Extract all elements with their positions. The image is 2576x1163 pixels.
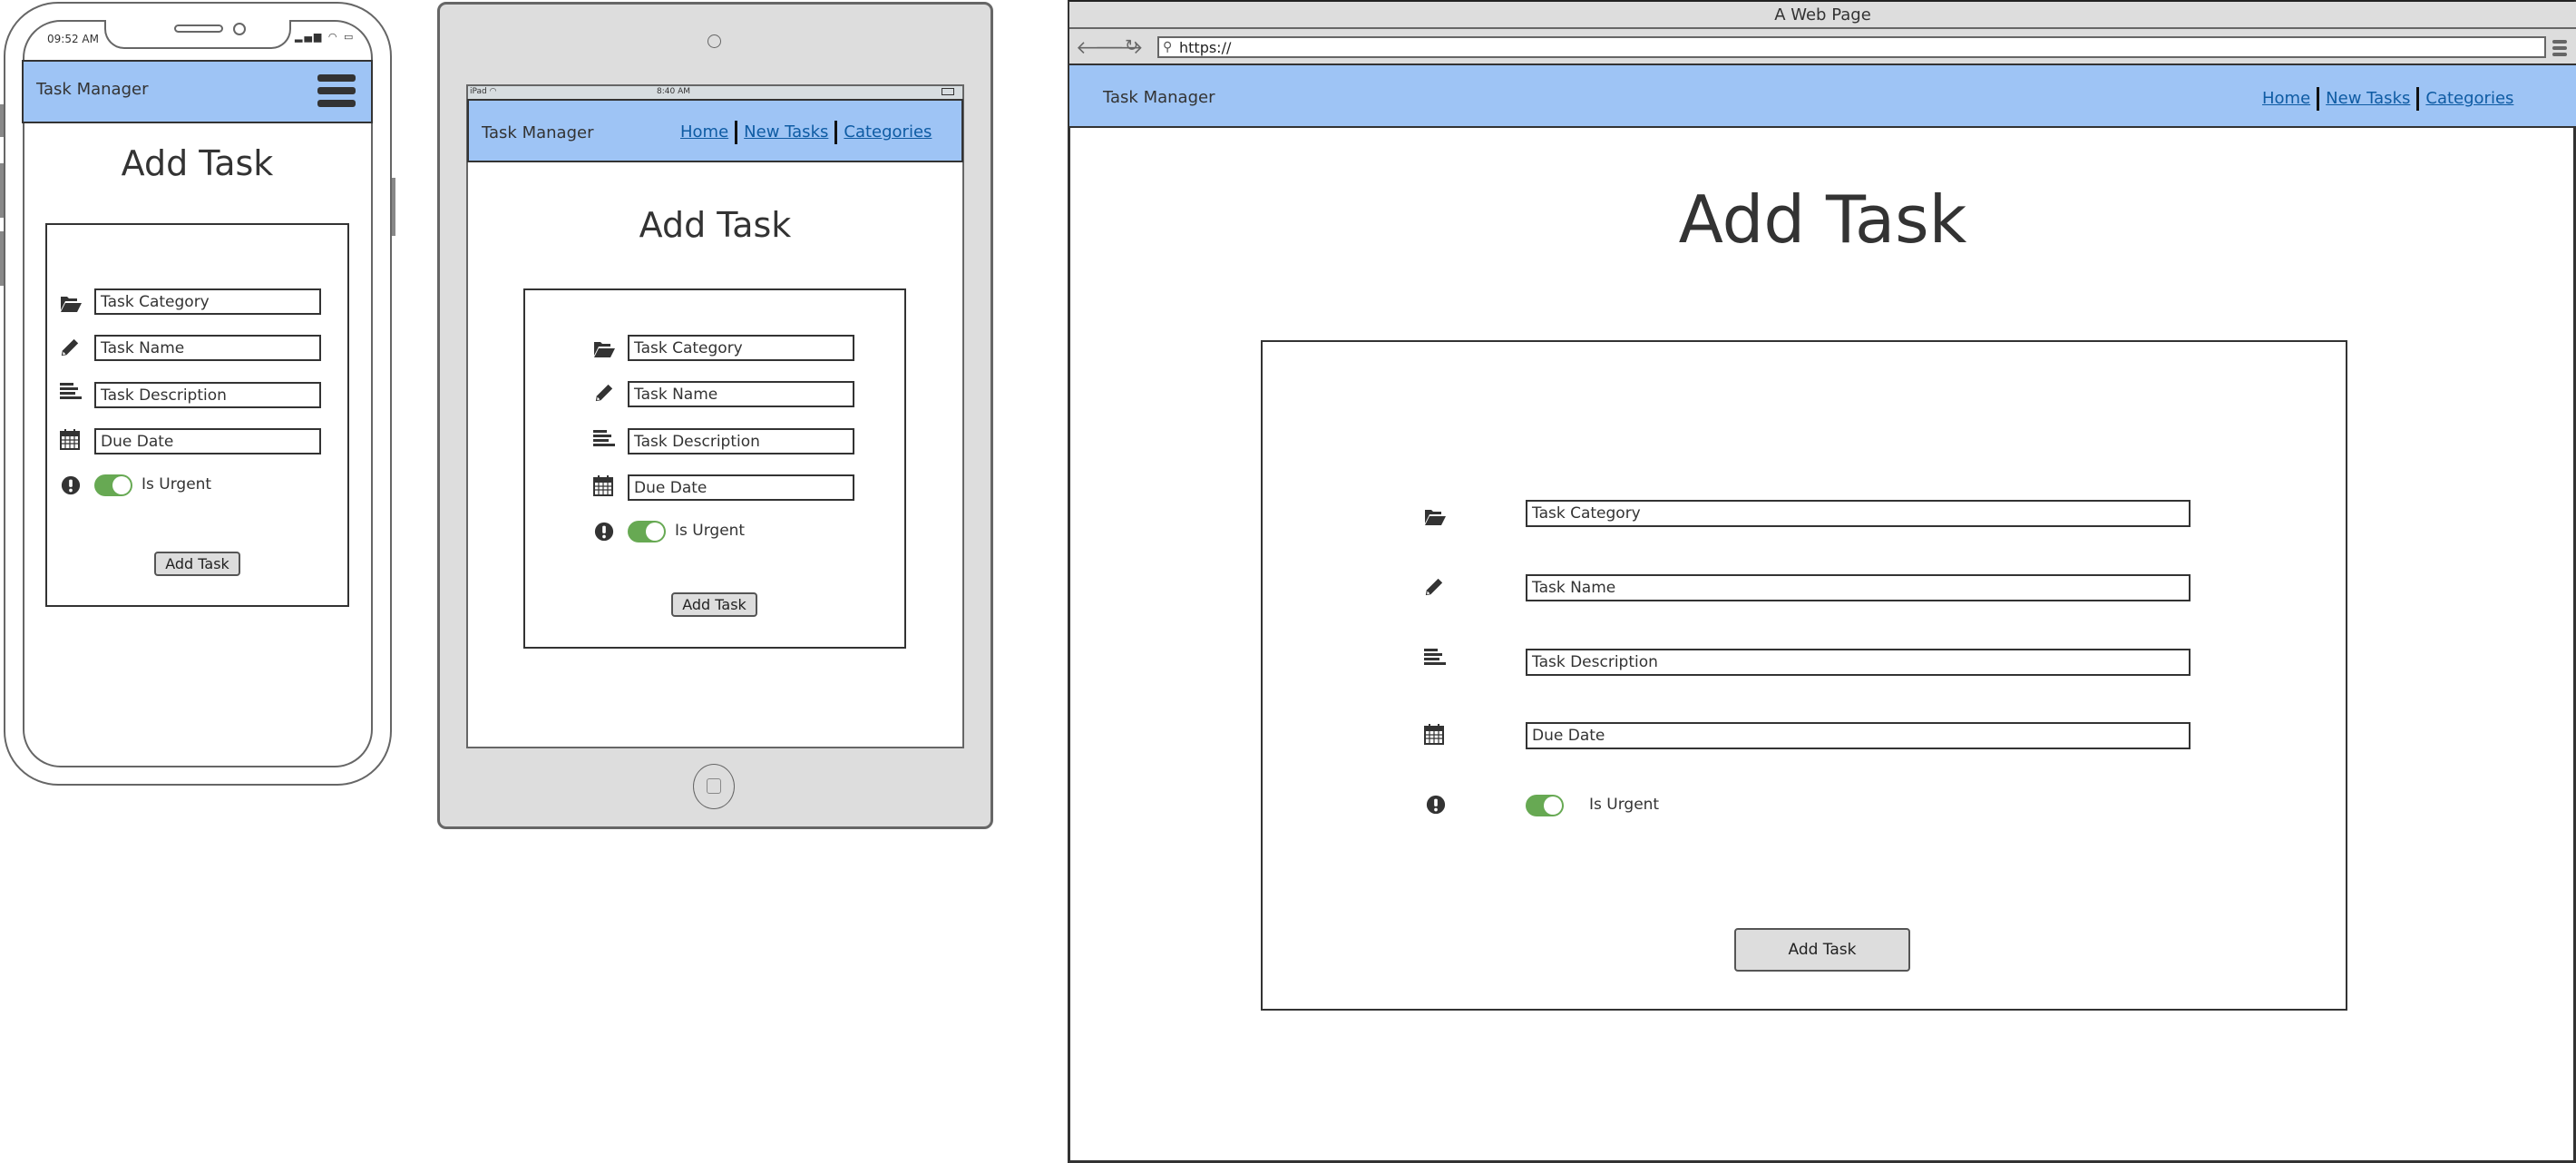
task-description-input[interactable]: Task Description	[1526, 649, 2191, 676]
tablet-page-title: Add Task	[639, 205, 792, 245]
task-description-input[interactable]: Task Description	[628, 428, 854, 454]
add-task-button[interactable]: Add Task	[154, 552, 240, 576]
task-name-input[interactable]: Task Name	[628, 381, 854, 407]
task-name-input[interactable]: Task Name	[1526, 574, 2191, 601]
task-category-input[interactable]: Task Category	[628, 335, 854, 361]
url-text[interactable]: https://	[1179, 39, 1231, 56]
nav-separator	[834, 121, 838, 144]
search-icon: ⚲	[1163, 40, 1173, 54]
tablet-camera	[707, 34, 721, 48]
browser-window-title: A Web Page	[1774, 5, 1871, 24]
task-name-input[interactable]: Task Name	[94, 335, 321, 361]
wifi-icon: ◠	[327, 31, 339, 43]
nav-separator	[735, 121, 738, 144]
task-category-input[interactable]: Task Category	[94, 288, 321, 315]
tablet-status-time: 8:40 AM	[657, 87, 690, 96]
nav-link-new-tasks[interactable]: New Tasks	[2326, 89, 2410, 108]
align-left-icon	[60, 383, 82, 401]
pencil-icon	[594, 383, 614, 403]
browser-nav: Home New Tasks Categories	[2262, 87, 2513, 111]
phone-camera	[233, 23, 246, 35]
nav-separator	[2416, 87, 2420, 111]
phone-app-title[interactable]: Task Manager	[36, 80, 148, 99]
tablet-device-label: iPad	[470, 87, 487, 96]
battery-icon: ▭	[344, 31, 356, 43]
due-date-input[interactable]: Due Date	[628, 474, 854, 501]
calendar-icon	[1424, 722, 1444, 746]
home-square-icon	[707, 778, 721, 794]
phone-status-time: 09:52 AM	[47, 33, 99, 45]
phone-speaker	[174, 24, 223, 33]
is-urgent-label: Is Urgent	[675, 522, 746, 540]
exclamation-circle-icon	[594, 522, 614, 542]
due-date-input[interactable]: Due Date	[1526, 722, 2191, 749]
is-urgent-label: Is Urgent	[141, 475, 212, 494]
folder-open-icon	[593, 340, 615, 358]
url-bar[interactable]: ⚲ https://	[1157, 36, 2546, 58]
is-urgent-toggle[interactable]	[94, 474, 132, 496]
is-urgent-label: Is Urgent	[1589, 796, 1660, 814]
calendar-icon	[60, 428, 80, 450]
hamburger-menu-icon[interactable]	[317, 74, 356, 109]
add-task-button[interactable]: Add Task	[1734, 928, 1910, 972]
phone-volume-up-button	[0, 163, 4, 218]
nav-link-new-tasks[interactable]: New Tasks	[744, 122, 828, 142]
calendar-icon	[593, 474, 613, 496]
task-category-input[interactable]: Task Category	[1526, 500, 2191, 527]
browser-menu-icon[interactable]	[2552, 40, 2567, 56]
nav-link-categories[interactable]: Categories	[2425, 89, 2513, 108]
phone-power-button	[392, 178, 395, 236]
pencil-icon	[60, 337, 80, 357]
nav-link-categories[interactable]: Categories	[844, 122, 932, 142]
wifi-icon: ◠	[489, 87, 497, 96]
nav-link-home[interactable]: Home	[680, 122, 728, 142]
nav-separator	[2317, 87, 2320, 111]
nav-link-home[interactable]: Home	[2262, 89, 2310, 108]
phone-add-task-form	[45, 223, 349, 607]
pencil-icon	[1424, 576, 1444, 598]
folder-open-icon	[60, 295, 82, 313]
signal-icon: ▂▄▆	[295, 31, 324, 43]
tablet-app-title[interactable]: Task Manager	[482, 123, 593, 142]
reload-icon[interactable]: ↻	[1125, 36, 1138, 55]
folder-open-icon	[1424, 508, 1446, 526]
battery-icon	[942, 88, 954, 95]
task-description-input[interactable]: Task Description	[94, 382, 321, 408]
phone-status-icons: ▂▄▆ ◠ ▭	[295, 31, 355, 43]
exclamation-circle-icon	[61, 475, 81, 495]
browser-page-title: Add Task	[1678, 181, 1967, 258]
is-urgent-toggle[interactable]	[1526, 795, 1564, 816]
align-left-icon	[593, 430, 615, 448]
browser-app-title[interactable]: Task Manager	[1103, 88, 1215, 107]
exclamation-circle-icon	[1426, 795, 1446, 815]
due-date-input[interactable]: Due Date	[94, 428, 321, 454]
tablet-nav: Home New Tasks Categories	[680, 121, 932, 144]
phone-side-button	[0, 104, 4, 137]
add-task-button[interactable]: Add Task	[671, 592, 757, 617]
tablet-status-device: iPad ◠	[470, 87, 497, 96]
phone-volume-down-button	[0, 231, 4, 286]
is-urgent-toggle[interactable]	[628, 521, 666, 542]
align-left-icon	[1424, 649, 1446, 667]
phone-page-title: Add Task	[121, 143, 274, 183]
tablet-status-bar	[468, 86, 962, 99]
